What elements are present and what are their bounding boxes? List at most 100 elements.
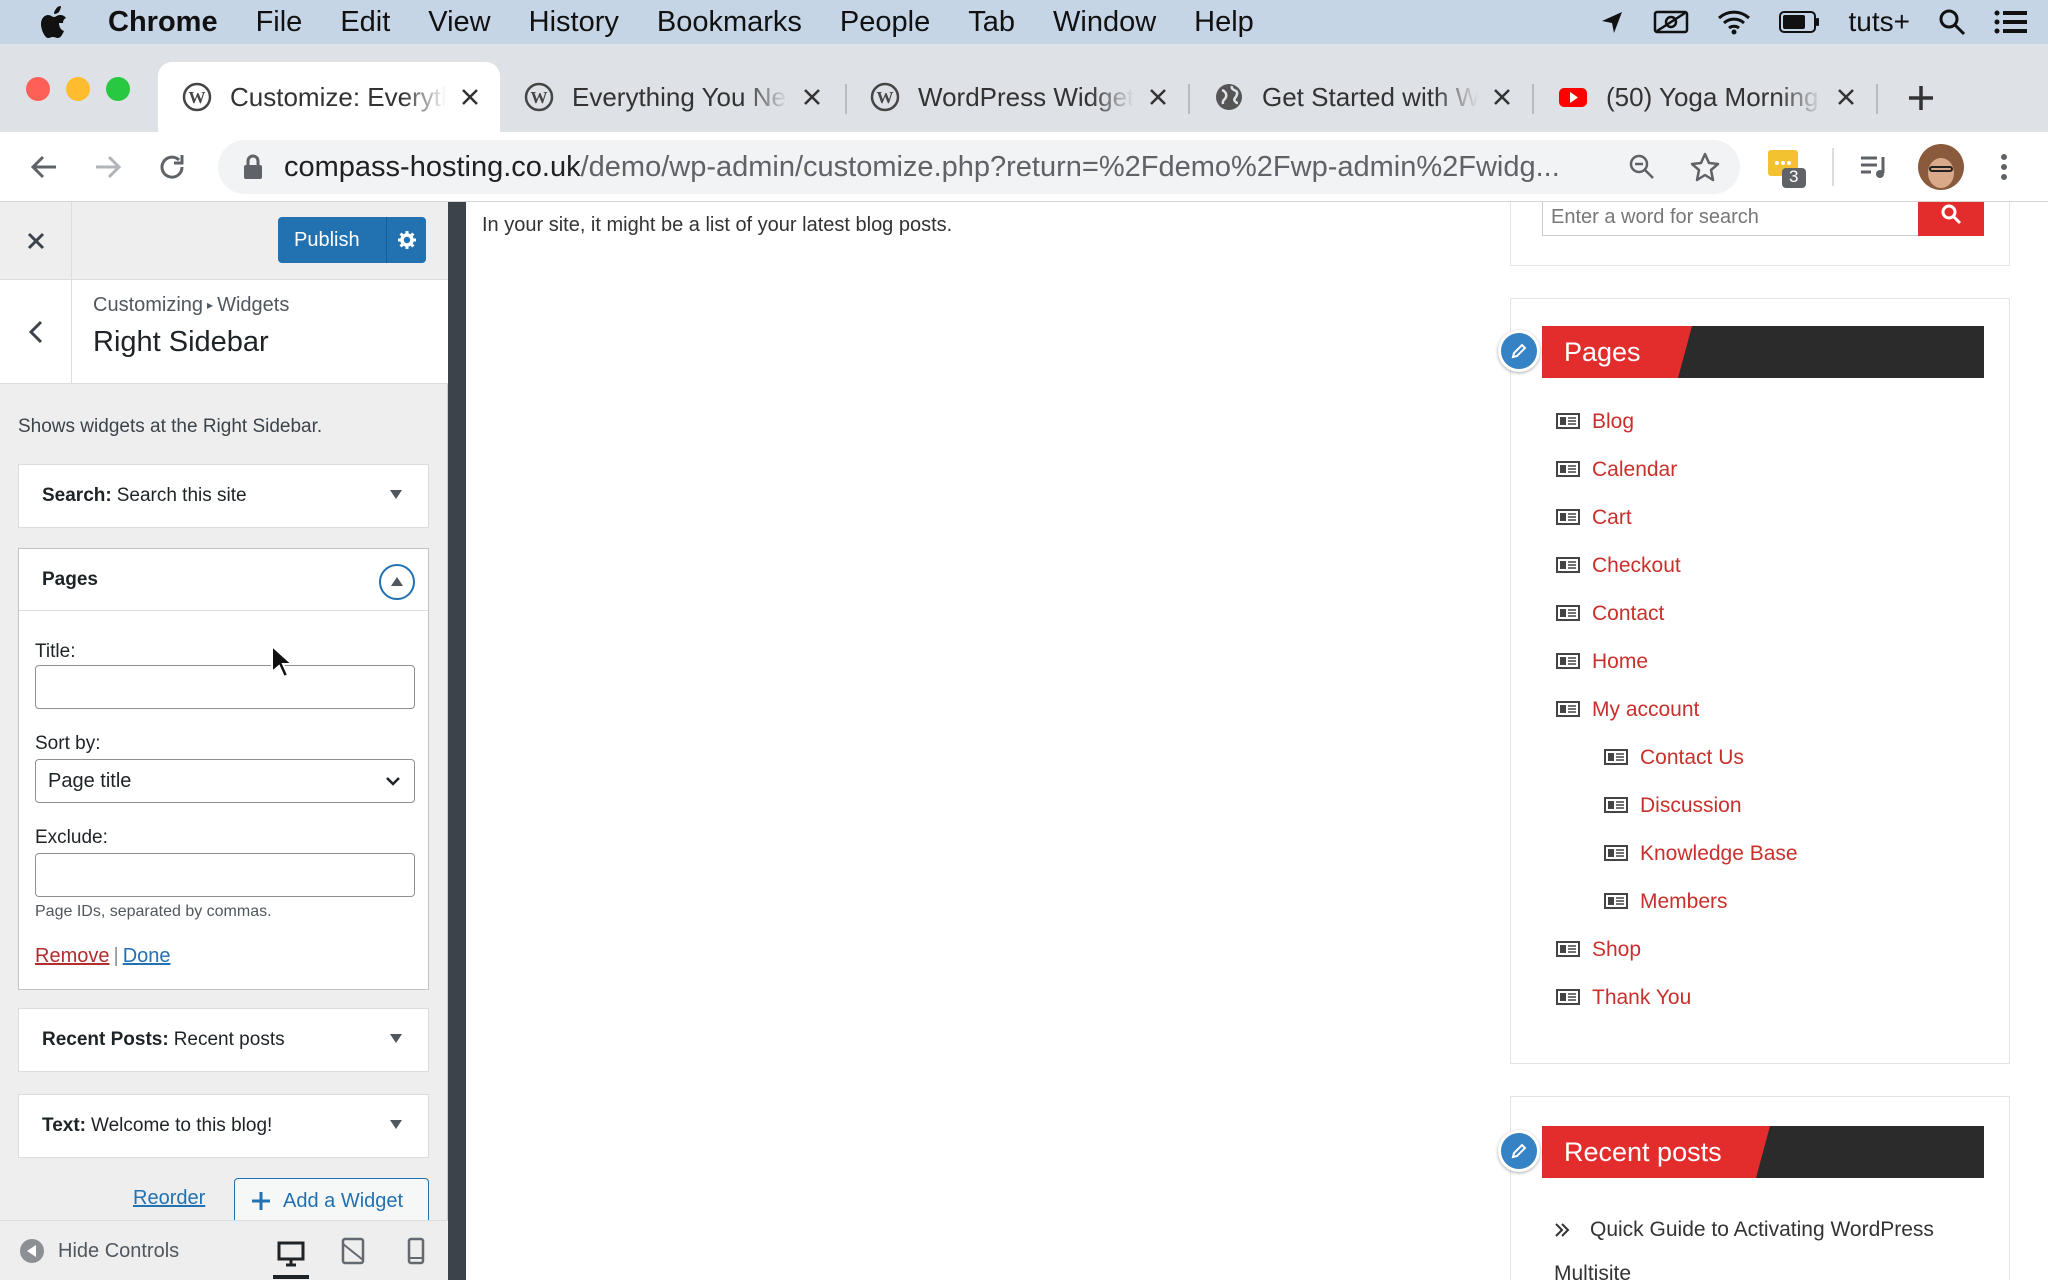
extension-icon[interactable]: 3	[1768, 148, 1806, 188]
menu-view[interactable]: View	[428, 6, 490, 39]
page-list-icon	[1604, 749, 1630, 767]
publish-settings-gear-icon[interactable]	[386, 217, 426, 263]
desktop-preview-icon[interactable]	[273, 1233, 309, 1279]
subpage-link[interactable]: Members	[1604, 890, 1728, 914]
recent-post-item[interactable]: Quick Guide to Activating WordPress	[1554, 1218, 1934, 1242]
page-link[interactable]: Calendar	[1556, 458, 1677, 482]
exclude-field[interactable]	[35, 853, 415, 897]
media-control-icon[interactable]	[1858, 151, 1890, 183]
widget-title: Recent posts	[173, 1029, 285, 1050]
mobile-preview-icon[interactable]	[398, 1233, 434, 1269]
page-link[interactable]: Thank You	[1556, 986, 1691, 1010]
widget-text-header[interactable]: Text: Welcome to this blog!	[19, 1095, 428, 1157]
publish-button[interactable]: Publish	[278, 217, 426, 263]
widget-recent-posts-header[interactable]: Recent Posts: Recent posts	[19, 1009, 428, 1071]
sortby-select[interactable]: Page title	[35, 759, 415, 803]
window-close-button[interactable]	[26, 77, 50, 101]
tab-youtube-yoga[interactable]: (50) Yoga Morning	[1534, 62, 1876, 132]
widget-pages[interactable]: Pages Title: Sort by: Page title Exclude…	[18, 548, 429, 990]
tab-close-icon[interactable]	[1146, 85, 1170, 109]
page-link[interactable]: Contact	[1556, 602, 1664, 626]
wifi-icon[interactable]	[1717, 9, 1751, 35]
remove-widget-link[interactable]: Remove	[35, 945, 109, 967]
tab-close-icon[interactable]	[458, 85, 482, 109]
page-link[interactable]: Shop	[1556, 938, 1641, 962]
page-link-label: Blog	[1592, 410, 1635, 433]
widget-expand-arrow-icon[interactable]	[386, 485, 406, 505]
tab-get-started[interactable]: Get Started with WordPress	[1190, 62, 1532, 132]
battery-icon[interactable]	[1778, 10, 1821, 34]
tab-wordpress-widgets[interactable]: W WordPress Widgets	[846, 62, 1188, 132]
back-chevron-icon[interactable]	[0, 280, 72, 384]
chrome-menu-icon[interactable]	[1988, 151, 2020, 183]
menu-history[interactable]: History	[529, 6, 619, 39]
page-link[interactable]: Blog	[1556, 410, 1634, 434]
tab-close-icon[interactable]	[800, 85, 824, 109]
menu-window[interactable]: Window	[1053, 6, 1156, 39]
menu-people[interactable]: People	[840, 6, 930, 39]
collapse-arrow-icon	[20, 1239, 44, 1263]
title-field[interactable]	[35, 665, 415, 709]
close-customizer-icon[interactable]	[0, 202, 72, 280]
location-icon[interactable]	[1599, 9, 1625, 35]
exclude-hint: Page IDs, separated by commas.	[35, 903, 272, 920]
subpage-link[interactable]: Knowledge Base	[1604, 842, 1798, 866]
notification-center-icon[interactable]	[1994, 9, 2028, 35]
tab-close-icon[interactable]	[1490, 85, 1514, 109]
subpage-link[interactable]: Contact Us	[1604, 746, 1744, 770]
camera-icon[interactable]	[1653, 9, 1689, 35]
tab-close-icon[interactable]	[1834, 85, 1858, 109]
widget-pages-header[interactable]: Pages	[19, 549, 428, 611]
add-widget-button[interactable]: Add a Widget	[234, 1178, 429, 1224]
preview-search-button[interactable]	[1918, 202, 1984, 236]
menu-bookmarks[interactable]: Bookmarks	[657, 6, 802, 39]
page-link[interactable]: Cart	[1556, 506, 1632, 530]
widget-search-header[interactable]: Search: Search this site	[19, 465, 428, 527]
widget-collapse-arrow-icon[interactable]	[379, 564, 415, 600]
status-text[interactable]: tuts+	[1849, 6, 1910, 38]
page-link[interactable]: Home	[1556, 650, 1648, 674]
chevron-down-icon	[384, 772, 402, 796]
back-arrow-icon[interactable]	[28, 151, 60, 183]
address-bar[interactable]: compass-hosting.co.uk/demo/wp-admin/cust…	[218, 140, 1740, 194]
menu-app-name[interactable]: Chrome	[108, 6, 218, 39]
subpage-link[interactable]: Discussion	[1604, 794, 1742, 818]
zoom-icon[interactable]	[1628, 153, 1656, 186]
reorder-link[interactable]: Reorder	[133, 1187, 205, 1210]
bookmark-star-icon[interactable]	[1690, 152, 1720, 187]
menu-tab[interactable]: Tab	[968, 6, 1015, 39]
edit-pencil-icon[interactable]	[1498, 1130, 1540, 1172]
profile-avatar[interactable]	[1918, 144, 1964, 190]
done-link[interactable]: Done	[123, 945, 171, 967]
hide-controls-button[interactable]: Hide Controls	[20, 1239, 179, 1263]
page-link[interactable]: My account	[1556, 698, 1699, 722]
widget-recent-posts[interactable]: Recent Posts: Recent posts	[18, 1008, 429, 1072]
widget-text[interactable]: Text: Welcome to this blog!	[18, 1094, 429, 1158]
url-text[interactable]: compass-hosting.co.uk/demo/wp-admin/cust…	[284, 151, 1604, 184]
action-separator: |	[113, 945, 119, 967]
preview-search-input[interactable]: Enter a word for search	[1542, 202, 1924, 236]
recent-post-title-continued[interactable]: Multisite	[1554, 1262, 1631, 1280]
reload-icon[interactable]	[156, 151, 188, 183]
menu-edit[interactable]: Edit	[340, 6, 390, 39]
recent-posts-titlebar: Recent posts	[1542, 1126, 1984, 1178]
spotlight-search-icon[interactable]	[1938, 8, 1966, 36]
macos-menu-bar: Chrome File Edit View History Bookmarks …	[0, 0, 2048, 44]
window-minimize-button[interactable]	[66, 77, 90, 101]
tablet-preview-icon[interactable]	[335, 1233, 371, 1269]
widget-expand-arrow-icon[interactable]	[386, 1115, 406, 1135]
tab-everything-you-need[interactable]: W Everything You Need	[500, 62, 842, 132]
widget-expand-arrow-icon[interactable]	[386, 1029, 406, 1049]
menu-help[interactable]: Help	[1194, 6, 1254, 39]
menu-file[interactable]: File	[256, 6, 303, 39]
new-tab-icon[interactable]	[1904, 81, 1938, 115]
tab-customize[interactable]: W Customize: Everything	[158, 62, 500, 132]
window-zoom-button[interactable]	[106, 77, 130, 101]
apple-icon[interactable]	[40, 6, 80, 38]
widget-search[interactable]: Search: Search this site	[18, 464, 429, 528]
forward-arrow-icon[interactable]	[92, 151, 124, 183]
page-list-icon	[1556, 653, 1582, 671]
page-link[interactable]: Checkout	[1556, 554, 1681, 578]
edit-pencil-icon[interactable]	[1498, 330, 1540, 372]
lock-icon[interactable]	[242, 154, 264, 180]
